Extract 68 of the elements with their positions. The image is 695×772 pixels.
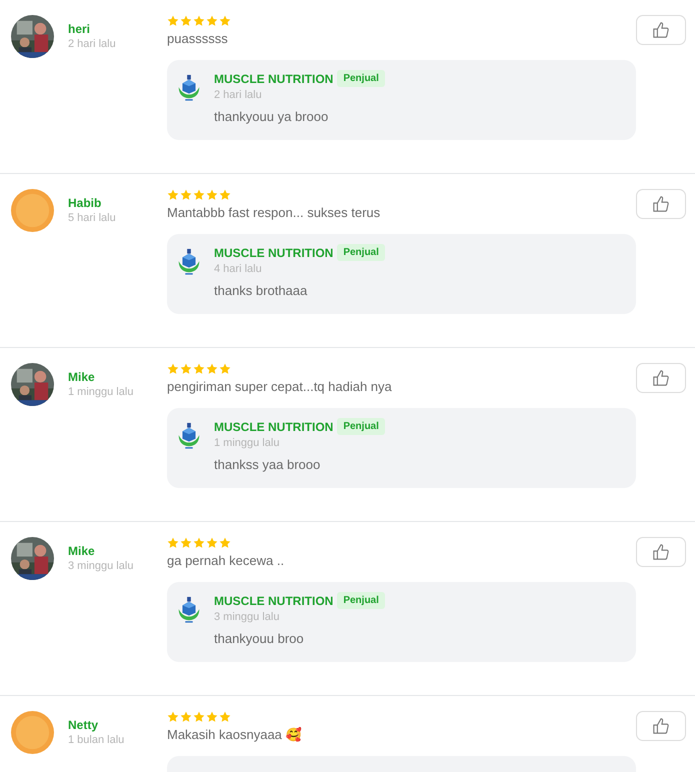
seller-name[interactable]: MUSCLE NUTRITION (214, 594, 334, 608)
review-time: 2 hari lalu (68, 38, 117, 50)
seller-name[interactable]: MUSCLE NUTRITION (214, 246, 334, 260)
star-icon (219, 189, 231, 201)
like-button[interactable] (636, 15, 686, 45)
thumbs-up-icon (652, 369, 670, 387)
thumbs-up-icon (652, 195, 670, 213)
reviewer-name[interactable]: heri (68, 22, 167, 36)
seller-badge: Penjual (337, 70, 385, 87)
star-icon (206, 15, 218, 27)
star-icon (180, 711, 192, 723)
star-icon (167, 15, 179, 27)
star-icon (180, 189, 192, 201)
star-icon (180, 363, 192, 375)
like-button[interactable] (636, 189, 686, 219)
seller-name[interactable]: MUSCLE NUTRITION (214, 420, 334, 434)
like-button[interactable] (636, 363, 686, 393)
star-icon (219, 711, 231, 723)
avatar-icon (11, 189, 54, 232)
star-icon (206, 363, 218, 375)
reply-time: 3 minggu lalu (214, 611, 280, 623)
seller-badge: Penjual (337, 244, 385, 261)
reply-text: thanks brothaaa (214, 283, 308, 298)
reviewer-name[interactable]: Netty (68, 718, 167, 732)
star-icon (206, 189, 218, 201)
star-icon (167, 363, 179, 375)
star-icon (180, 15, 192, 27)
review-text: pengiriman super cepat...tq hadiah nya (167, 379, 393, 394)
review-text: Mantabbb fast respon... sukses terus (167, 205, 382, 220)
star-icon (193, 363, 205, 375)
like-button[interactable] (636, 537, 686, 567)
reply-time: 2 hari lalu (214, 89, 263, 101)
star-icon (180, 537, 192, 549)
star-icon (193, 15, 205, 27)
thumbs-up-icon (652, 21, 670, 39)
star-icon (167, 189, 179, 201)
review-time: 1 minggu lalu (68, 386, 134, 398)
review-text: ga pernah kecewa .. (167, 553, 286, 568)
reply-time: 1 minggu lalu (214, 437, 280, 449)
star-icon (167, 711, 179, 723)
star-icon (206, 711, 218, 723)
star-icon (219, 15, 231, 27)
seller-badge: Penjual (337, 418, 385, 435)
star-icon (206, 537, 218, 549)
seller-name[interactable]: MUSCLE NUTRITION (214, 72, 334, 86)
avatar-icon (11, 711, 54, 754)
star-icon (167, 537, 179, 549)
seller-badge: Penjual (337, 592, 385, 609)
star-icon (193, 537, 205, 549)
reviewer-name[interactable]: Mike (68, 544, 167, 558)
reply-text: thankyouu ya brooo (214, 109, 330, 124)
star-icon (219, 537, 231, 549)
star-icon (193, 711, 205, 723)
star-icon (193, 189, 205, 201)
review-time: 1 bulan lalu (68, 734, 126, 746)
review-time: 3 minggu lalu (68, 560, 134, 572)
reply-text: thankss yaa brooo (214, 457, 322, 472)
reviewer-name[interactable]: Habib (68, 196, 167, 210)
reply-text: thankyouu broo (214, 631, 305, 646)
like-button[interactable] (636, 711, 686, 741)
review-text: Makasih kaosnyaaa 🥰 (167, 727, 303, 742)
star-icon (219, 363, 231, 375)
reviewer-name[interactable]: Mike (68, 370, 167, 384)
thumbs-up-icon (652, 543, 670, 561)
review-text: puassssss (167, 31, 229, 46)
reply-time: 4 hari lalu (214, 263, 263, 275)
thumbs-up-icon (652, 717, 670, 735)
review-time: 5 hari lalu (68, 212, 117, 224)
